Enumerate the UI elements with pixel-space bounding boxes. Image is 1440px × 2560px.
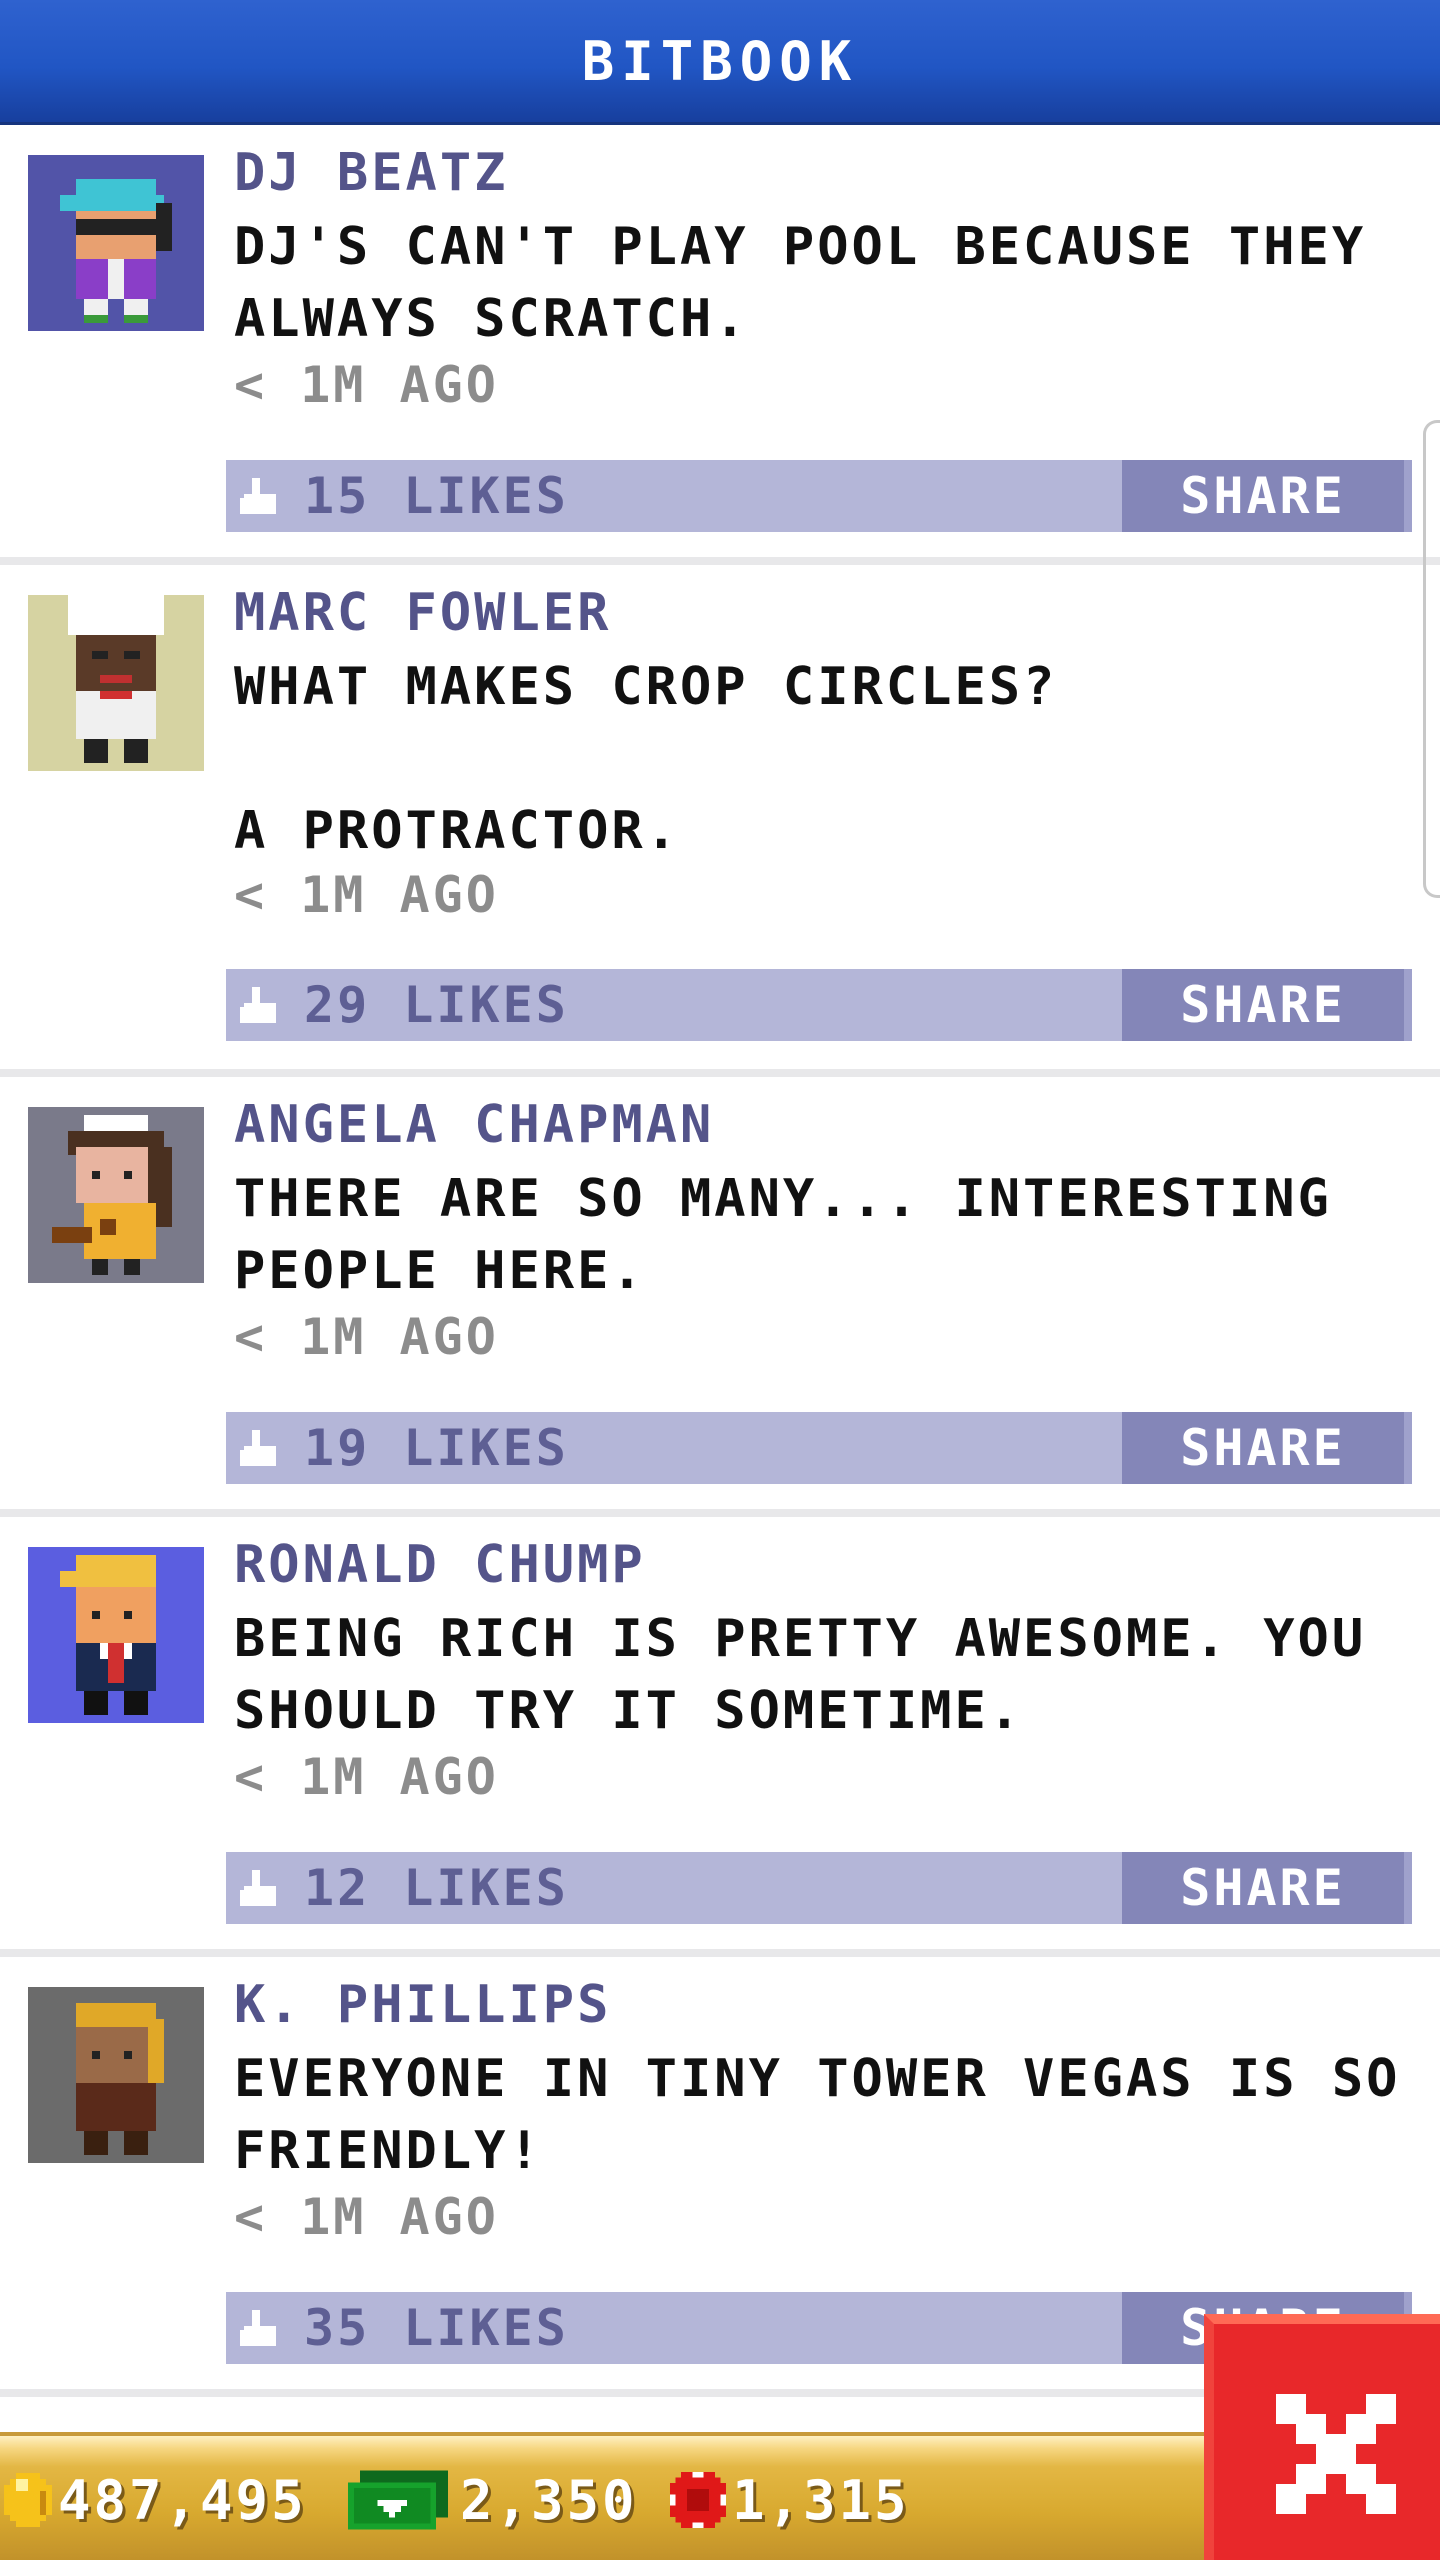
post-action-bar: 19 LIKES SHARE — [226, 1412, 1412, 1484]
coin-icon — [4, 2473, 52, 2527]
like-button[interactable]: 29 LIKES — [226, 969, 826, 1041]
avatar[interactable] — [28, 595, 204, 771]
avatar[interactable] — [28, 1987, 204, 2163]
post-action-bar: 15 LIKES SHARE — [226, 460, 1412, 532]
avatar[interactable] — [28, 155, 204, 331]
post-timestamp: < 1M AGO — [234, 1748, 499, 1806]
post-text: THERE ARE SO MANY... INTERESTING PEOPLE … — [234, 1169, 1332, 1301]
post-timestamp: < 1M AGO — [234, 866, 499, 924]
share-button[interactable]: SHARE — [1122, 1852, 1412, 1924]
header-bar: BITBOOK — [0, 0, 1440, 125]
post-text: DJ'S CAN'T PLAY POOL BECAUSE THEY ALWAYS… — [234, 217, 1367, 349]
post-author[interactable]: ANGELA CHAPMAN — [234, 1095, 714, 1155]
like-button[interactable]: 35 LIKES — [226, 2292, 826, 2364]
thumbs-up-icon — [240, 987, 276, 1023]
like-button[interactable]: 19 LIKES — [226, 1412, 826, 1484]
cash-value: 2,350 — [460, 2468, 638, 2532]
post-text: EVERYONE IN TINY TOWER VEGAS IS SO FRIEN… — [234, 2049, 1401, 2181]
share-button[interactable]: SHARE — [1122, 969, 1412, 1041]
chips-display: 1,315 — [670, 2468, 910, 2532]
post-timestamp: < 1M AGO — [234, 1308, 499, 1366]
post-author[interactable]: K. PHILLIPS — [234, 1975, 611, 2035]
likes-count: 15 LIKES — [304, 467, 569, 525]
likes-count: 35 LIKES — [304, 2299, 569, 2357]
avatar[interactable] — [28, 1547, 204, 1723]
thumbs-up-icon — [240, 478, 276, 514]
post-action-bar: 29 LIKES SHARE — [226, 969, 1412, 1041]
post-timestamp: < 1M AGO — [234, 2188, 499, 2246]
thumbs-up-icon — [240, 2310, 276, 2346]
post-author[interactable]: DJ BEATZ — [234, 143, 508, 203]
bitbook-screen: BITBOOK DJ BEATZ DJ'S CAN'T PLAY POOL BE… — [0, 0, 1440, 2560]
avatar[interactable] — [28, 1107, 204, 1283]
post-author[interactable]: RONALD CHUMP — [234, 1535, 646, 1595]
like-button[interactable]: 15 LIKES — [226, 460, 826, 532]
coins-display: 487,495 — [4, 2468, 307, 2532]
post-card: RONALD CHUMP BEING RICH IS PRETTY AWESOM… — [0, 1517, 1440, 1957]
likes-count: 19 LIKES — [304, 1419, 569, 1477]
post-text: WHAT MAKES CROP CIRCLES? A PROTRACTOR. — [234, 657, 1058, 861]
post-author[interactable]: MARC FOWLER — [234, 583, 611, 643]
coins-value: 487,495 — [58, 2468, 307, 2532]
chips-value: 1,315 — [732, 2468, 910, 2532]
post-card: DJ BEATZ DJ'S CAN'T PLAY POOL BECAUSE TH… — [0, 125, 1440, 565]
post-feed[interactable]: DJ BEATZ DJ'S CAN'T PLAY POOL BECAUSE TH… — [0, 125, 1440, 2397]
post-timestamp: < 1M AGO — [234, 356, 499, 414]
share-button[interactable]: SHARE — [1122, 460, 1412, 532]
cash-display: 2,350 — [348, 2468, 638, 2532]
casino-chip-icon — [670, 2472, 726, 2528]
post-card: ANGELA CHAPMAN THERE ARE SO MANY... INTE… — [0, 1077, 1440, 1517]
scrollbar[interactable] — [1423, 420, 1440, 898]
like-button[interactable]: 12 LIKES — [226, 1852, 826, 1924]
post-text: BEING RICH IS PRETTY AWESOME. YOU SHOULD… — [234, 1609, 1367, 1741]
likes-count: 12 LIKES — [304, 1859, 569, 1917]
close-button[interactable] — [1204, 2314, 1440, 2560]
post-action-bar: 12 LIKES SHARE — [226, 1852, 1412, 1924]
share-button[interactable]: SHARE — [1122, 1412, 1412, 1484]
post-card: MARC FOWLER WHAT MAKES CROP CIRCLES? A P… — [0, 565, 1440, 1077]
thumbs-up-icon — [240, 1430, 276, 1466]
page-title: BITBOOK — [581, 29, 859, 93]
thumbs-up-icon — [240, 1870, 276, 1906]
cash-icon — [348, 2470, 448, 2530]
likes-count: 29 LIKES — [304, 976, 569, 1034]
close-icon — [1276, 2394, 1396, 2514]
